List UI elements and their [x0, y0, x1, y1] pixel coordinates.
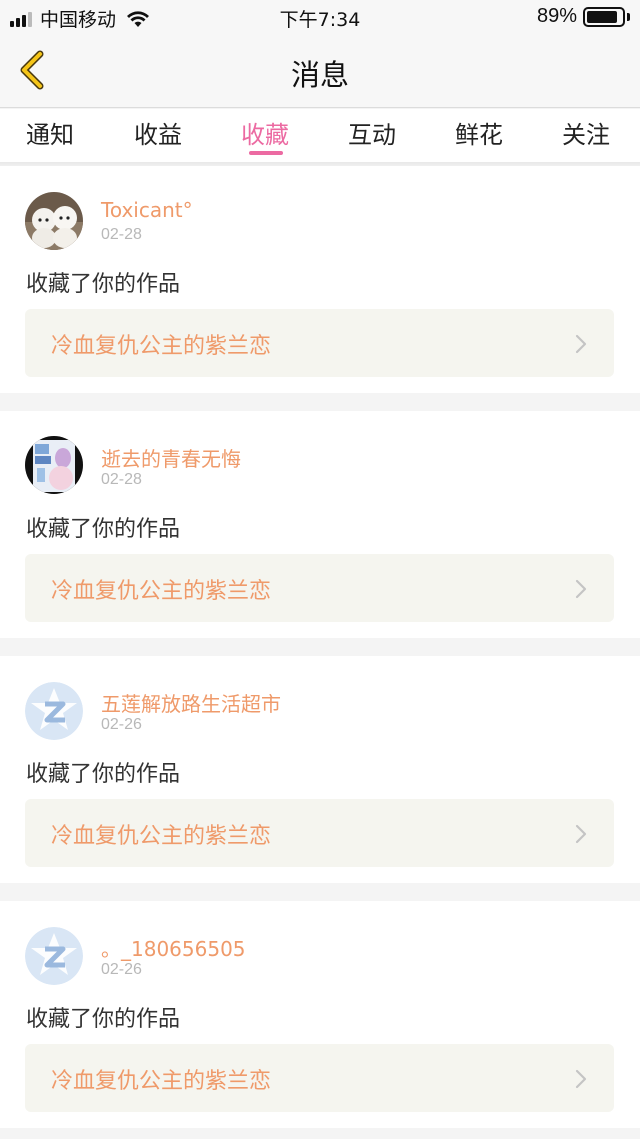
battery-icon — [583, 6, 625, 27]
list-item: 逝去的青春无悔 02-28 收藏了你的作品 冷血复仇公主的紫兰恋 — [0, 411, 640, 638]
active-tab-indicator — [249, 151, 283, 155]
work-link[interactable]: 冷血复仇公主的紫兰恋 — [25, 554, 614, 622]
tab-notifications[interactable]: 通知 — [26, 115, 74, 150]
work-title: 冷血复仇公主的紫兰恋 — [51, 824, 272, 849]
page-title: 消息 — [290, 58, 349, 92]
action-text: 收藏了你的作品 — [26, 517, 181, 542]
list-item: 五莲解放路生活超市 02-26 收藏了你的作品 冷血复仇公主的紫兰恋 — [0, 656, 640, 883]
chevron-right-icon — [575, 824, 587, 844]
status-bar: 中国移动 下午7:34 89% — [0, 0, 640, 34]
tab-flowers[interactable]: 鲜花 — [455, 115, 503, 150]
username[interactable]: 逝去的青春无悔 — [101, 443, 241, 472]
timestamp: 02-26 — [101, 961, 142, 978]
username[interactable]: 五莲解放路生活超市 — [101, 688, 281, 717]
chevron-right-icon — [575, 1069, 587, 1089]
work-link[interactable]: 冷血复仇公主的紫兰恋 — [25, 309, 614, 377]
nav-bar: 消息 — [0, 34, 640, 108]
timestamp: 02-28 — [101, 471, 142, 488]
battery-percent: 89% — [536, 5, 577, 27]
avatar[interactable] — [25, 192, 83, 250]
chevron-right-icon — [575, 334, 587, 354]
work-title: 冷血复仇公主的紫兰恋 — [51, 579, 272, 604]
list-item: Toxicant° 02-28 收藏了你的作品 冷血复仇公主的紫兰恋 — [0, 166, 640, 393]
username[interactable]: 。_180656505 — [101, 933, 246, 962]
action-text: 收藏了你的作品 — [26, 1007, 181, 1032]
chevron-right-icon — [575, 579, 587, 599]
tab-favorites[interactable]: 收藏 — [241, 115, 289, 150]
tab-following[interactable]: 关注 — [562, 115, 610, 150]
timestamp: 02-28 — [101, 226, 142, 243]
work-link[interactable]: 冷血复仇公主的紫兰恋 — [25, 1044, 614, 1112]
timestamp: 02-26 — [101, 716, 142, 733]
work-title: 冷血复仇公主的紫兰恋 — [51, 334, 272, 359]
tab-interactions[interactable]: 互动 — [348, 115, 396, 150]
avatar[interactable] — [25, 682, 83, 740]
avatar[interactable] — [25, 927, 83, 985]
list-item: 。_180656505 02-26 收藏了你的作品 冷血复仇公主的紫兰恋 — [0, 901, 640, 1128]
work-title: 冷血复仇公主的紫兰恋 — [51, 1069, 272, 1094]
username[interactable]: Toxicant° — [101, 198, 193, 222]
work-link[interactable]: 冷血复仇公主的紫兰恋 — [25, 799, 614, 867]
tab-bar: 通知 收益 收藏 互动 鲜花 关注 — [0, 109, 640, 162]
avatar[interactable] — [25, 436, 83, 494]
action-text: 收藏了你的作品 — [26, 762, 181, 787]
tab-earnings[interactable]: 收益 — [134, 115, 182, 150]
action-text: 收藏了你的作品 — [26, 272, 181, 297]
